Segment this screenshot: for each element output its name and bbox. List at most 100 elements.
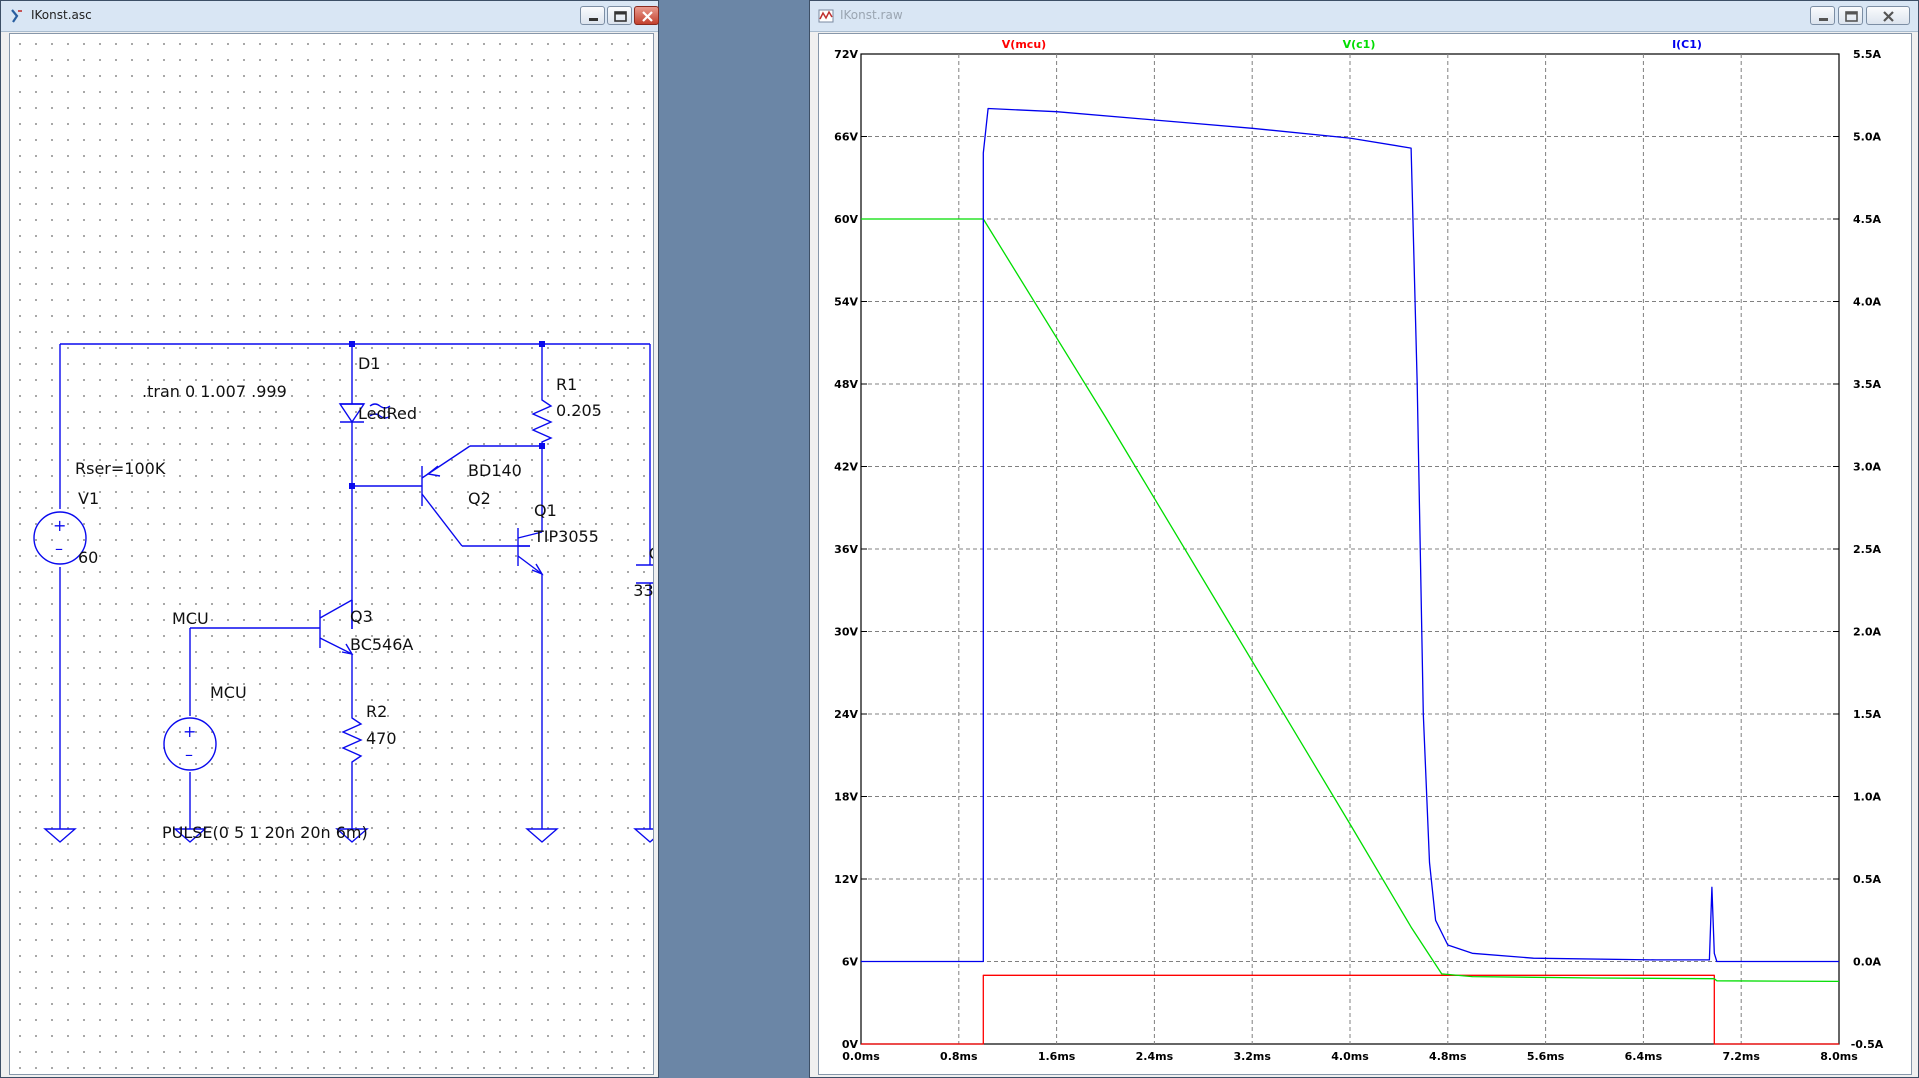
y-right-tick-label: 0.0A: [1853, 956, 1881, 969]
v1-name-label: V1: [78, 489, 99, 508]
y-right-tick-label: 3.5A: [1853, 378, 1881, 391]
v1-value-label: 60: [78, 548, 98, 567]
ground-symbol: [43, 828, 77, 843]
restore-icon: [1845, 11, 1858, 22]
close-icon: [642, 11, 653, 22]
y-right-tick-label: 5.5A: [1853, 48, 1881, 61]
r1-name-label: R1: [556, 375, 577, 394]
y-left-tick-label: 18V: [834, 791, 858, 804]
waveform-viewer-icon: [818, 9, 834, 23]
minimize-button[interactable]: [580, 6, 605, 25]
q1-name-label: Q1: [534, 501, 557, 520]
q2-transistor-symbol[interactable]: [421, 445, 471, 547]
y-left-tick-label: 66V: [834, 131, 858, 144]
y-right-tick-label: 5.0A: [1853, 131, 1881, 144]
y-left-tick-label: 30V: [834, 626, 858, 639]
x-tick-label: 1.6ms: [1038, 1050, 1076, 1063]
y-left-tick-label: 24V: [834, 708, 858, 721]
q1-model-label: TIP3055: [533, 527, 599, 546]
trace-legend-label[interactable]: V(c1): [1343, 38, 1376, 51]
svg-text:+: +: [183, 722, 196, 741]
c1-value-label: 330µ: [633, 581, 654, 600]
ground-symbol: [525, 828, 559, 843]
y-left-tick-label: 72V: [834, 48, 858, 61]
y-left-tick-label: 6V: [842, 956, 859, 969]
x-tick-label: 3.2ms: [1233, 1050, 1271, 1063]
waveform-titlebar[interactable]: IKonst.raw: [810, 1, 1918, 32]
y-left-tick-label: 60V: [834, 213, 858, 226]
close-button[interactable]: [634, 6, 659, 25]
junction-dot: [349, 483, 355, 489]
r2-resistor-symbol[interactable]: [341, 712, 363, 772]
schematic-canvas[interactable]: + – + – .tran 0 1.007 .999 Rser=100K V1 …: [9, 33, 654, 1075]
y-left-tick-label: 48V: [834, 378, 858, 391]
pulse-label: PULSE(0 5 1 20n 20n 6m): [162, 823, 368, 842]
q3-name-label: Q3: [350, 607, 373, 626]
junction-dot: [349, 341, 355, 347]
y-left-tick-label: 0V: [842, 1038, 859, 1051]
y-right-tick-label: 1.5A: [1853, 708, 1881, 721]
trace-legend-label[interactable]: V(mcu): [1002, 38, 1046, 51]
rser-label: Rser=100K: [75, 459, 166, 478]
y-right-tick-label: 4.5A: [1853, 213, 1881, 226]
y-right-tick-label: 4.0A: [1853, 296, 1881, 309]
tran-directive[interactable]: .tran 0 1.007 .999: [142, 382, 287, 401]
close-icon: [1883, 11, 1894, 22]
restore-button[interactable]: [607, 6, 632, 25]
svg-text:–: –: [55, 539, 63, 558]
mcu-source-label: MCU: [210, 683, 247, 702]
close-button[interactable]: [1866, 6, 1910, 25]
x-tick-label: 5.6ms: [1527, 1050, 1565, 1063]
x-tick-label: 6.4ms: [1625, 1050, 1663, 1063]
waveform-plot-area[interactable]: 0.0ms 0.8ms 1.6ms 2.4ms 3.2ms 4.0ms 4.8ms 5.6ms…: [818, 33, 1912, 1075]
q3-transistor-symbol[interactable]: [319, 599, 354, 655]
r2-name-label: R2: [366, 702, 387, 721]
waveform-plot[interactable]: 0.0ms 0.8ms 1.6ms 2.4ms 3.2ms 4.0ms 4.8ms 5.6ms…: [819, 34, 1912, 1075]
d1-value-label: LedRed: [358, 404, 417, 423]
r1-resistor-symbol[interactable]: [531, 394, 553, 446]
x-tick-label: 7.2ms: [1722, 1050, 1760, 1063]
mcu-net-label: MCU: [172, 609, 209, 628]
trace-legend-label[interactable]: I(C1): [1672, 38, 1702, 51]
y-left-tick-label: 42V: [834, 461, 858, 474]
q2-name-label: Q2: [468, 489, 491, 508]
schematic-window[interactable]: IKonst.asc + – + – .tran 0 1.007 .999 Rs…: [0, 0, 659, 1078]
d1-name-label: D1: [358, 354, 381, 373]
schematic-drawing: + – + – .tran 0 1.007 .999 Rser=100K V1 …: [33, 341, 654, 843]
x-tick-label: 8.0ms: [1820, 1050, 1858, 1063]
x-tick-label: 0.8ms: [940, 1050, 978, 1063]
r2-value-label: 470: [366, 729, 397, 748]
x-tick-label: 4.0ms: [1331, 1050, 1369, 1063]
x-tick-label: 2.4ms: [1136, 1050, 1174, 1063]
y-right-tick-label: 1.0A: [1853, 791, 1881, 804]
junction-dot: [539, 443, 545, 449]
x-tick-label: 4.8ms: [1429, 1050, 1467, 1063]
x-tick-label: 0.0ms: [842, 1050, 880, 1063]
waveform-title: IKonst.raw: [840, 8, 903, 22]
minimize-icon: [589, 18, 598, 21]
r1-value-label: 0.205: [556, 401, 602, 420]
y-left-tick-label: 36V: [834, 543, 858, 556]
y-right-tick-label: 0.5A: [1853, 873, 1881, 886]
ground-symbol: [633, 828, 653, 843]
minimize-button[interactable]: [1810, 6, 1835, 25]
minimize-icon: [1819, 18, 1828, 21]
q2-model-label: BD140: [468, 461, 522, 480]
junction-dot: [539, 341, 545, 347]
y-right-tick-label: 2.5A: [1853, 543, 1881, 556]
waveform-window[interactable]: IKonst.raw 0.0ms 0.8ms 1.6ms 2.4ms 3.2ms 4.0m…: [809, 0, 1919, 1078]
y-right-tick-label: 2.0A: [1853, 626, 1881, 639]
schematic-title: IKonst.asc: [31, 8, 92, 22]
y-right-tick-label: -0.5A: [1851, 1038, 1884, 1051]
svg-text:+: +: [53, 516, 66, 535]
y-left-tick-label: 12V: [834, 873, 858, 886]
ltspice-schematic-icon: [11, 9, 22, 23]
svg-text:–: –: [185, 745, 193, 764]
schematic-titlebar[interactable]: IKonst.asc: [1, 1, 659, 32]
mcu-source-symbol[interactable]: + –: [163, 717, 217, 771]
q3-model-label: BC546A: [350, 635, 413, 654]
restore-icon: [614, 11, 627, 22]
restore-button[interactable]: [1838, 6, 1863, 25]
y-right-tick-label: 3.0A: [1853, 461, 1881, 474]
c1-name-label: C1: [649, 544, 654, 563]
